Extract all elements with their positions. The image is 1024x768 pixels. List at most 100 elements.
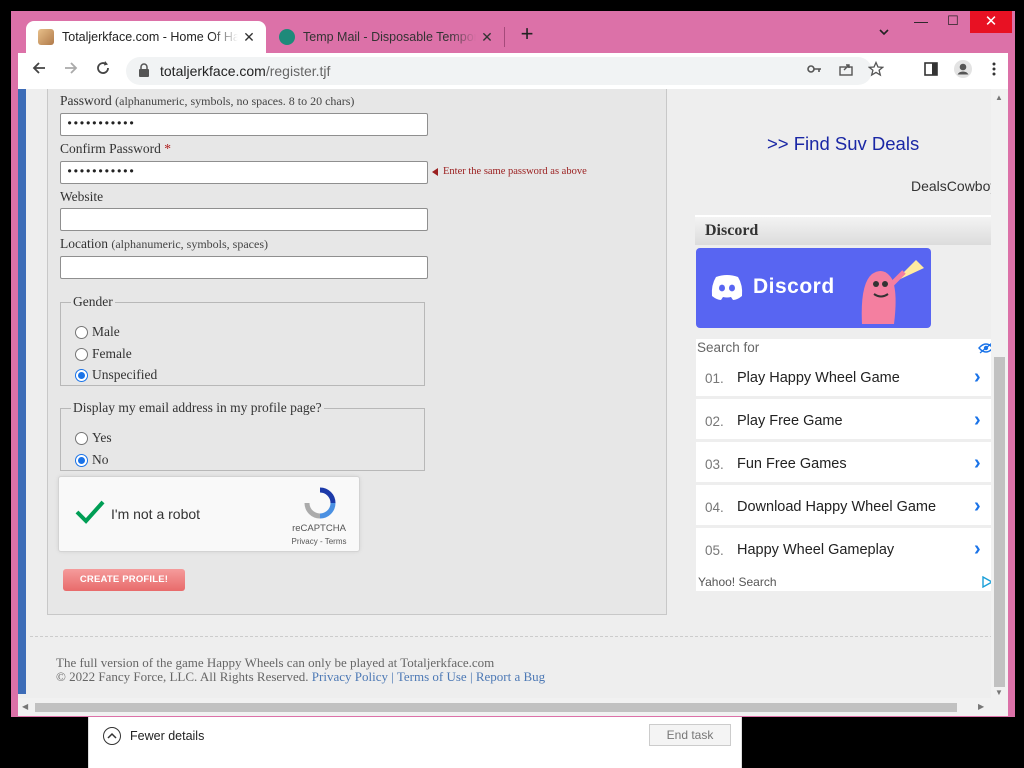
forward-arrow-icon[interactable]: [59, 59, 83, 83]
recaptcha-brand: reCAPTCHA: [292, 523, 346, 534]
confirm-password-error: Enter the same password as above: [432, 166, 587, 177]
password-label-text: Password: [60, 93, 112, 108]
search-for-label: Search for: [697, 340, 760, 355]
discord-heading: Discord: [695, 215, 996, 245]
radio-button[interactable]: [75, 431, 88, 445]
bookmark-star-icon[interactable]: [866, 60, 886, 81]
key-icon[interactable]: [804, 61, 824, 81]
recaptcha-terms[interactable]: Privacy - Terms: [284, 537, 354, 546]
password-label: Password (alphanumeric, symbols, no spac…: [60, 93, 354, 109]
minimize-button[interactable]: —: [906, 13, 936, 33]
password-field[interactable]: •••••••••••: [60, 113, 428, 136]
discord-banner[interactable]: Discord: [696, 248, 931, 328]
location-label: Location (alphanumeric, symbols, spaces): [60, 236, 268, 252]
website-label: Website: [60, 189, 104, 204]
checkmark-icon[interactable]: [74, 499, 106, 525]
new-tab-button[interactable]: +: [515, 23, 539, 47]
error-arrow-icon: [432, 167, 438, 176]
search-result-item[interactable]: 05. Happy Wheel Gameplay ›: [696, 531, 996, 571]
recaptcha-logo-icon: [304, 487, 336, 519]
radio-button[interactable]: [75, 347, 88, 361]
menu-kebab-icon[interactable]: [982, 59, 1006, 83]
search-provider-label: Yahoo! Search: [698, 575, 777, 589]
gender-male-radio[interactable]: Male: [75, 324, 120, 340]
search-result-item[interactable]: 04. Download Happy Wheel Game ›: [696, 488, 996, 528]
fewer-details-button[interactable]: Fewer details: [103, 726, 204, 746]
browser-window: Totaljerkface.com - Home Of Happy Wheels…: [11, 11, 1015, 717]
result-text: Happy Wheel Gameplay: [737, 542, 895, 558]
discord-heading-text: Discord: [705, 222, 759, 239]
chevron-right-icon: ›: [974, 452, 981, 474]
create-profile-button[interactable]: CREATE PROFILE!: [63, 569, 185, 591]
chevron-right-icon: ›: [974, 366, 981, 388]
terms-of-use-link[interactable]: Terms of Use: [397, 669, 467, 684]
horizontal-scrollbar[interactable]: ◀ ▶: [18, 698, 1008, 716]
scroll-right-arrow-icon[interactable]: ▶: [978, 702, 984, 711]
location-label-text: Location: [60, 236, 108, 251]
email-no-radio[interactable]: No: [75, 452, 109, 468]
end-task-button[interactable]: End task: [649, 724, 731, 746]
chevron-right-icon: ›: [974, 495, 981, 517]
close-window-button[interactable]: ✕: [970, 11, 1012, 33]
gender-unspecified-label: Unspecified: [92, 367, 158, 382]
reload-icon[interactable]: [91, 59, 115, 83]
confirm-password-field[interactable]: •••••••••••: [60, 161, 428, 184]
search-result-item[interactable]: 02. Play Free Game ›: [696, 402, 996, 442]
vertical-scrollbar-thumb[interactable]: [994, 357, 1005, 687]
fewer-details-label: Fewer details: [130, 729, 205, 743]
email-yes-radio[interactable]: Yes: [75, 430, 112, 446]
tab-separator: [504, 27, 505, 47]
website-field[interactable]: [60, 208, 428, 231]
tab-totaljerkface[interactable]: Totaljerkface.com - Home Of Happy Wheels…: [26, 21, 266, 53]
gender-unspecified-radio[interactable]: Unspecified: [75, 367, 157, 383]
find-suv-deals-link[interactable]: >> Find Suv Deals: [767, 133, 919, 155]
scroll-down-arrow-icon[interactable]: ▼: [995, 688, 1003, 697]
tab-title: Temp Mail - Disposable Temporary Email: [303, 30, 476, 44]
registration-form-panel: Password (alphanumeric, symbols, no spac…: [47, 89, 667, 615]
happy-wheels-favicon-icon: [38, 29, 54, 45]
result-number: 01.: [705, 371, 724, 386]
close-tab-icon[interactable]: ✕: [238, 29, 260, 46]
result-text: Download Happy Wheel Game: [737, 499, 937, 515]
radio-button-selected[interactable]: [75, 368, 88, 382]
gender-female-radio[interactable]: Female: [75, 346, 132, 362]
footer-separator: |: [469, 669, 473, 684]
scroll-left-arrow-icon[interactable]: ◀: [22, 702, 28, 711]
radio-button[interactable]: [75, 325, 88, 339]
side-panel-icon[interactable]: [919, 59, 943, 83]
radio-button-selected[interactable]: [75, 453, 88, 467]
url-path: /register.tjf: [265, 63, 331, 79]
gender-group: Gender Male Female Unspecified: [60, 294, 425, 386]
recaptcha-widget: I'm not a robot reCAPTCHA Privacy - Term…: [58, 476, 360, 552]
gender-legend: Gender: [73, 294, 113, 309]
search-ad-box: Search for 01. Play Happy Wheel Game › 0…: [696, 339, 996, 591]
lock-icon: [139, 63, 149, 77]
result-number: 04.: [705, 500, 724, 515]
browser-toolbar: totaljerkface.com/register.tjf: [18, 53, 1008, 89]
tab-title: Totaljerkface.com - Home Of Happy Wheels: [62, 30, 238, 44]
required-mark: *: [164, 141, 171, 156]
vertical-scrollbar[interactable]: ▲ ▼: [991, 89, 1008, 698]
search-result-item[interactable]: 01. Play Happy Wheel Game ›: [696, 359, 996, 399]
back-arrow-icon[interactable]: [27, 59, 51, 83]
report-bug-link[interactable]: Report a Bug: [476, 669, 545, 684]
result-text: Play Happy Wheel Game: [737, 370, 900, 386]
address-bar[interactable]: totaljerkface.com/register.tjf: [126, 57, 885, 85]
maximize-button[interactable]: ☐: [938, 13, 968, 33]
ad-source-label[interactable]: DealsCowboy: [911, 178, 997, 194]
task-manager-footer: Fewer details End task: [88, 717, 742, 768]
tab-search-chevron-icon[interactable]: [874, 25, 894, 45]
location-field[interactable]: [60, 256, 428, 279]
privacy-policy-link[interactable]: Privacy Policy: [312, 669, 388, 684]
url-text: totaljerkface.com/register.tjf: [160, 63, 330, 79]
tab-temp-mail[interactable]: Temp Mail - Disposable Temporary Email ✕: [269, 21, 504, 53]
share-icon[interactable]: [836, 61, 856, 81]
horizontal-scrollbar-thumb[interactable]: [35, 703, 957, 712]
result-text: Play Free Game: [737, 413, 843, 429]
search-result-item[interactable]: 03. Fun Free Games ›: [696, 445, 996, 485]
close-tab-icon[interactable]: ✕: [476, 29, 498, 46]
profile-avatar-icon[interactable]: [951, 59, 975, 83]
discord-logo-icon: [711, 275, 743, 300]
password-hint: (alphanumeric, symbols, no spaces. 8 to …: [115, 94, 355, 108]
scroll-up-arrow-icon[interactable]: ▲: [995, 93, 1003, 102]
